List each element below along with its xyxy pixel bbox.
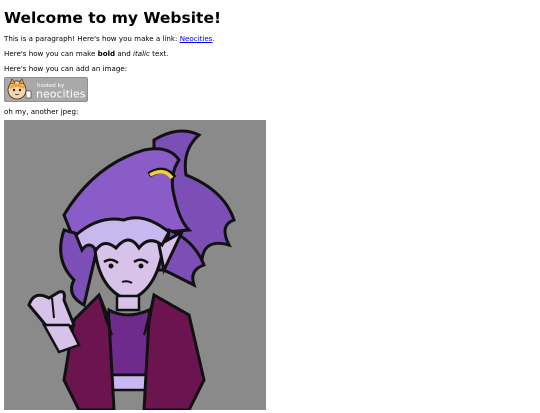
bold-text: bold	[97, 49, 116, 58]
italic-text: italic	[132, 49, 150, 58]
badge-line2: neocities	[36, 88, 86, 101]
page-title: Welcome to my Website!	[4, 9, 222, 27]
paragraph-jpeg: oh my, another jpeg:	[4, 107, 79, 116]
neocities-link[interactable]: Neocities	[180, 34, 213, 43]
character-drawing-image	[4, 120, 266, 410]
paragraph-link-text: This is a paragraph! Here's how you make…	[4, 34, 180, 43]
hosted-by-neocities-badge: hosted by neocities	[4, 77, 88, 102]
paragraph-image: Here's how you can add an image:	[4, 64, 128, 73]
formatting-text-end: text.	[149, 49, 169, 58]
paragraph-link-end: .	[212, 34, 215, 43]
page-content: Welcome to my Website! This is a paragra…	[0, 8, 540, 410]
paragraph-link: This is a paragraph! Here's how you make…	[4, 34, 536, 43]
formatting-text-middle: and	[115, 49, 133, 58]
paragraph-formatting: Here's how you can make bold and italic …	[4, 49, 536, 58]
formatting-text-start: Here's how you can make	[4, 49, 98, 58]
